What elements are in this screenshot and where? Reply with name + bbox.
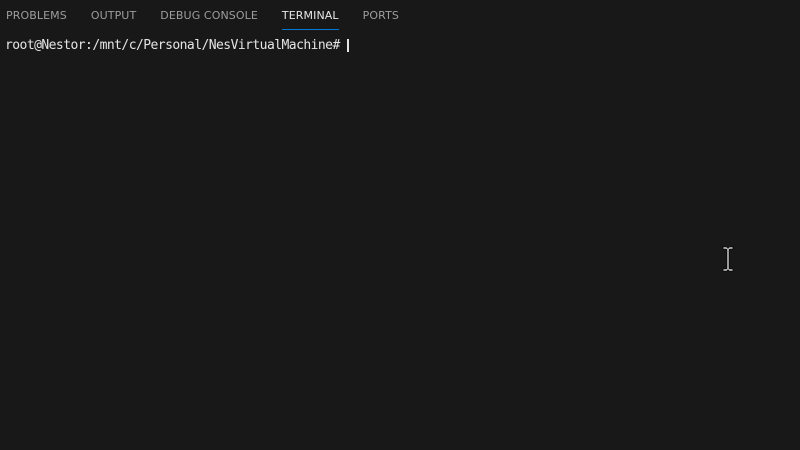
tab-terminal[interactable]: TERMINAL — [281, 0, 339, 33]
tab-output[interactable]: OUTPUT — [91, 0, 136, 33]
panel-tab-bar: PROBLEMS OUTPUT DEBUG CONSOLE TERMINAL P… — [0, 0, 800, 33]
tab-output-label: OUTPUT — [90, 8, 137, 22]
tab-terminal-label: TERMINAL — [281, 8, 339, 22]
terminal-cursor — [346, 39, 349, 52]
tab-ports-label: PORTS — [362, 8, 399, 22]
tab-ports[interactable]: PORTS — [363, 0, 399, 33]
bottom-panel: PROBLEMS OUTPUT DEBUG CONSOLE TERMINAL P… — [0, 0, 800, 450]
tab-problems-label: PROBLEMS — [6, 8, 67, 22]
tab-problems[interactable]: PROBLEMS — [6, 0, 67, 33]
tab-debug-console[interactable]: DEBUG CONSOLE — [160, 0, 258, 33]
terminal-area[interactable]: root@Nestor:/mnt/c/Personal/NesVirtualMa… — [0, 33, 800, 450]
terminal-prompt-line[interactable]: root@Nestor:/mnt/c/Personal/NesVirtualMa… — [5, 37, 800, 54]
tab-debug-console-label: DEBUG CONSOLE — [160, 8, 258, 22]
terminal-prompt: root@Nestor:/mnt/c/Personal/NesVirtualMa… — [5, 38, 340, 53]
text-cursor-ibeam-icon — [722, 246, 734, 272]
